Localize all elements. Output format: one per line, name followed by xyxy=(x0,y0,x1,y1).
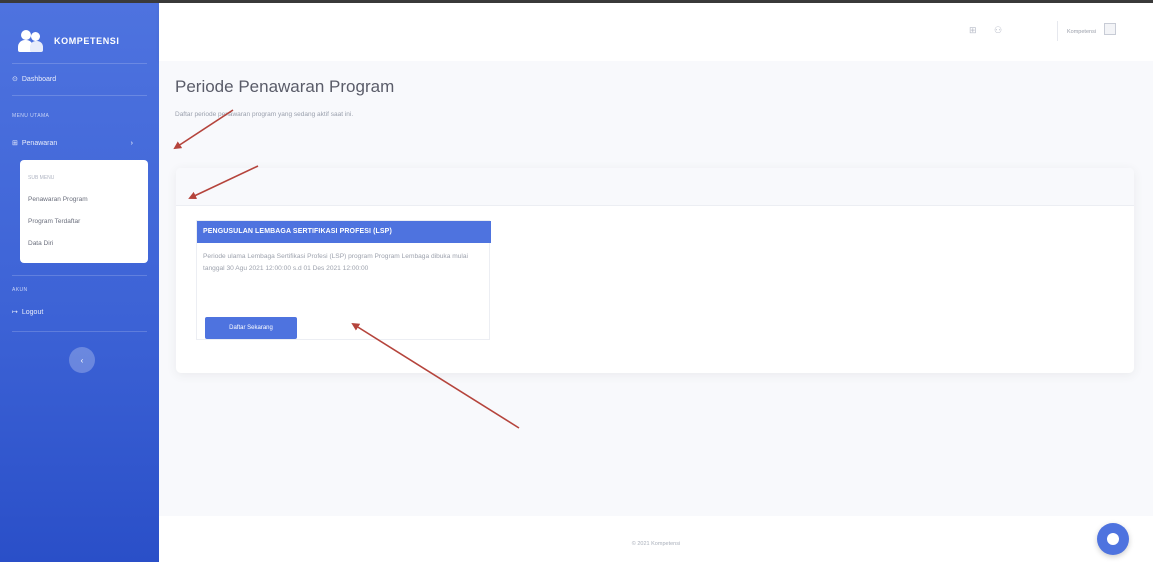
page-title: Periode Penawaran Program xyxy=(175,77,395,96)
sidebar-item-logout[interactable]: ↦ Logout xyxy=(12,308,44,317)
logout-icon: ↦ xyxy=(12,309,18,316)
program-card-description: Periode ulama Lembaga Sertifikasi Profes… xyxy=(203,253,468,272)
sidebar-item-label: Logout xyxy=(21,308,44,316)
penawaran-submenu: SUB MENU Penawaran Program Program Terda… xyxy=(20,160,148,263)
chat-button[interactable] xyxy=(1097,523,1129,555)
avatar-image[interactable] xyxy=(1104,23,1116,35)
daftar-sekarang-button[interactable]: Daftar Sekarang xyxy=(205,317,297,339)
footer-copyright: © 2021 Kompetensi xyxy=(631,541,681,547)
topbar: ⊞ ⚇ Kompetensi xyxy=(159,3,1153,61)
sidebar-toggle-button[interactable]: ‹ xyxy=(69,347,95,373)
dashboard-icon: ⊙ xyxy=(12,76,18,83)
people-icon xyxy=(18,30,44,52)
brand-name: KOMPETENSI xyxy=(54,36,120,46)
panel-header xyxy=(176,168,1134,206)
brand[interactable]: KOMPETENSI xyxy=(0,21,159,61)
sidebar-divider xyxy=(12,95,147,96)
sidebar-item-dashboard[interactable]: ⊙ Dashboard xyxy=(12,75,57,84)
footer: © 2021 Kompetensi xyxy=(159,516,1153,562)
sidebar-heading-other: AKUN xyxy=(12,287,28,293)
sidebar-divider xyxy=(12,331,147,332)
sidebar-heading-main: MENU UTAMA xyxy=(12,113,50,119)
program-card-title: PENGUSULAN LEMBAGA SERTIFIKASI PROFESI (… xyxy=(197,221,491,243)
sidebar: KOMPETENSI ⊙ Dashboard MENU UTAMA ⊞ Pena… xyxy=(0,3,159,562)
program-card: PENGUSULAN LEMBAGA SERTIFIKASI PROFESI (… xyxy=(196,220,491,340)
users-icon[interactable]: ⚇ xyxy=(994,25,1002,36)
sidebar-divider xyxy=(12,63,147,64)
sidebar-item-penawaran[interactable]: ⊞ Penawaran › xyxy=(12,139,147,148)
app-window: KOMPETENSI ⊙ Dashboard MENU UTAMA ⊞ Pena… xyxy=(0,0,1153,562)
user-name[interactable]: Kompetensi xyxy=(1067,29,1096,35)
main-content: Periode Penawaran Program Daftar periode… xyxy=(159,61,1153,516)
program-panel: PENGUSULAN LEMBAGA SERTIFIKASI PROFESI (… xyxy=(176,168,1134,373)
submenu-item-penawaran-program[interactable]: Penawaran Program xyxy=(28,196,88,203)
topbar-divider xyxy=(1057,21,1058,41)
submenu-item-program-terdaftar[interactable]: Program Terdaftar xyxy=(28,218,80,225)
page-subtitle: Daftar periode penawaran program yang se… xyxy=(175,111,354,118)
submenu-item-data-diri[interactable]: Data Diri xyxy=(28,240,53,247)
submenu-heading: SUB MENU xyxy=(28,175,55,181)
chevron-right-icon: › xyxy=(130,139,133,147)
chevron-left-icon: ‹ xyxy=(80,355,84,365)
chat-icon xyxy=(1107,533,1119,545)
sidebar-divider xyxy=(12,275,147,276)
grid-icon[interactable]: ⊞ xyxy=(969,25,977,36)
gift-icon: ⊞ xyxy=(12,140,18,147)
sidebar-item-label: Dashboard xyxy=(21,75,57,83)
sidebar-item-label: Penawaran xyxy=(21,139,58,147)
